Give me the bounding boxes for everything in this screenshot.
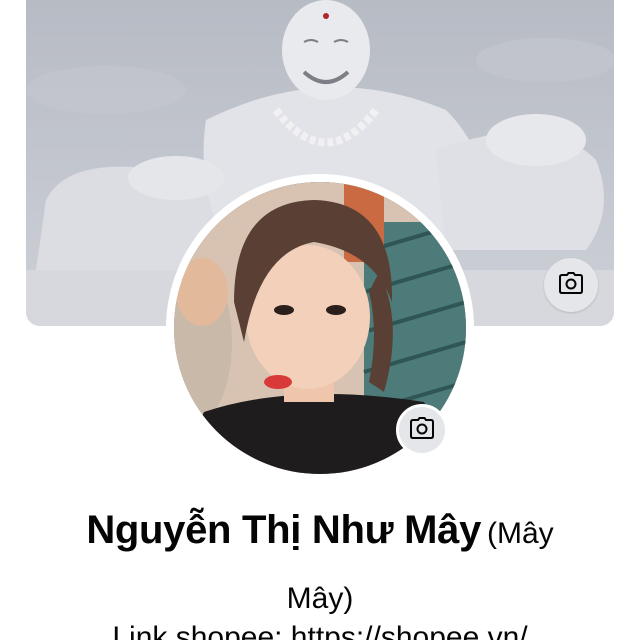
profile-bio: Link shopee: https://shopee.vn/: [112, 621, 528, 640]
camera-icon: [559, 271, 583, 299]
camera-icon: [410, 416, 434, 444]
profile-name: Nguyễn Thị Như Mây: [86, 508, 482, 552]
profile-page: Nguyễn Thị Như Mây (Mây Mây) Link shopee:…: [0, 0, 640, 640]
alternate-name-part1: (Mây: [487, 517, 554, 550]
profile-name-line: Nguyễn Thị Như Mây (Mây: [30, 500, 610, 569]
cover-photo-camera-button[interactable]: [544, 258, 598, 312]
profile-name-block: Nguyễn Thị Như Mây (Mây Mây): [30, 500, 610, 634]
alternate-name-part2: Mây): [286, 582, 354, 615]
profile-picture-camera-button[interactable]: [396, 404, 448, 456]
